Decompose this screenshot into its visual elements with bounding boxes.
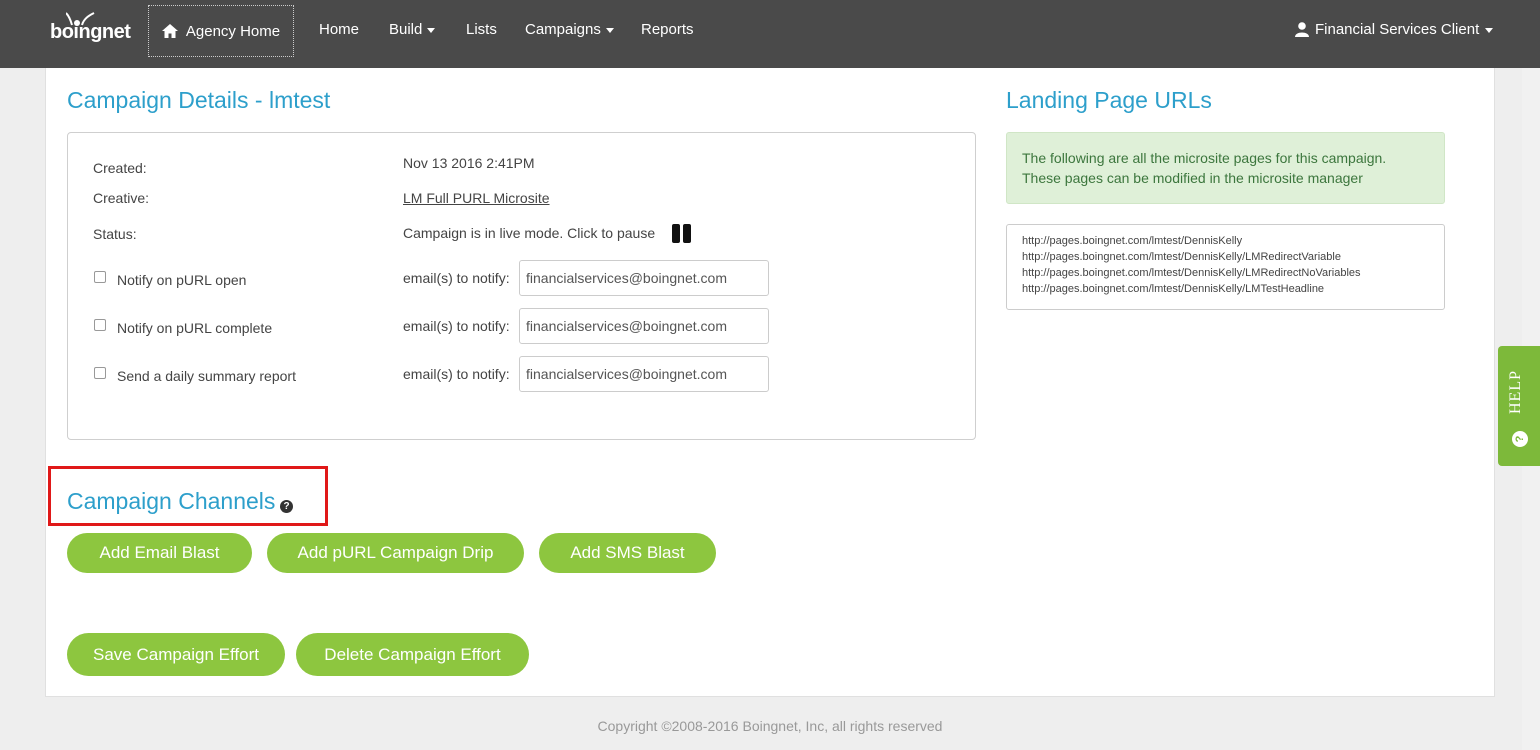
landing-url: http://pages.boingnet.com/lmtest/DennisK…: [1022, 251, 1341, 263]
add-email-blast-button[interactable]: Add Email Blast: [67, 533, 252, 573]
created-value: Nov 13 2016 2:41PM: [403, 155, 535, 171]
nav-home[interactable]: Home: [319, 21, 359, 38]
add-sms-blast-button[interactable]: Add SMS Blast: [539, 533, 716, 573]
agency-home-button[interactable]: Agency Home: [148, 5, 294, 57]
creative-label: Creative:: [93, 190, 150, 206]
notify-open-label: Notify on pURL open: [117, 272, 247, 288]
chevron-down-icon: [427, 28, 436, 33]
notify-complete-label: Notify on pURL complete: [117, 320, 273, 336]
nav-home-label: Home: [319, 21, 360, 38]
nav-build-label: Build: [389, 21, 423, 38]
notify-complete-email-label: email(s) to notify:: [403, 318, 510, 334]
nav-campaigns-label: Campaigns: [525, 21, 601, 38]
creative-link[interactable]: LM Full PURL Microsite: [403, 190, 550, 206]
notify-complete-email-field[interactable]: [519, 308, 769, 344]
microsite-info-alert: The following are all the microsite page…: [1006, 132, 1445, 204]
info-line-2: These pages can be modified in the micro…: [1022, 170, 1363, 186]
save-campaign-button[interactable]: Save Campaign Effort: [67, 633, 285, 676]
notify-complete-checkbox[interactable]: [94, 319, 106, 331]
status-value: Campaign is in live mode. Click to pause: [403, 225, 656, 241]
landing-page-urls-title: Landing Page URLs: [1006, 87, 1212, 113]
info-line-1: The following are all the microsite page…: [1022, 150, 1387, 166]
help-tab-label: HELP: [1507, 370, 1524, 414]
nav-campaigns[interactable]: Campaigns: [525, 21, 614, 38]
user-menu[interactable]: Financial Services Client: [1295, 21, 1494, 38]
created-label: Created:: [93, 160, 147, 176]
question-circle-icon: ?: [1512, 431, 1528, 447]
nav-reports[interactable]: Reports: [641, 21, 694, 38]
nav-lists-label: Lists: [466, 21, 497, 38]
status-label: Status:: [93, 226, 137, 242]
notify-open-email-label: email(s) to notify:: [403, 270, 510, 286]
pause-icon[interactable]: [672, 224, 691, 243]
landing-url: http://pages.boingnet.com/lmtest/DennisK…: [1022, 283, 1325, 295]
question-circle-icon[interactable]: ?: [280, 500, 293, 513]
campaign-details-box: Created: Nov 13 2016 2:41PM Creative: LM…: [67, 132, 976, 440]
notify-open-checkbox[interactable]: [94, 271, 106, 283]
notify-open-email-field[interactable]: [519, 260, 769, 296]
daily-summary-email-field[interactable]: [519, 356, 769, 392]
help-tab[interactable]: HELP ?: [1498, 346, 1540, 466]
nav-reports-label: Reports: [641, 21, 694, 38]
daily-summary-label: Send a daily summary report: [117, 368, 296, 384]
daily-summary-checkbox[interactable]: [94, 367, 106, 379]
delete-campaign-button[interactable]: Delete Campaign Effort: [296, 633, 529, 676]
footer-copyright: Copyright ©2008-2016 Boingnet, Inc, all …: [597, 718, 943, 734]
home-icon: [161, 24, 178, 38]
chevron-down-icon: [605, 28, 614, 33]
daily-summary-email-label: email(s) to notify:: [403, 366, 510, 382]
nav-build[interactable]: Build: [389, 21, 436, 38]
chevron-down-icon: [1485, 28, 1494, 33]
boingnet-logo[interactable]: boingnet: [50, 12, 131, 46]
landing-url-list[interactable]: http://pages.boingnet.com/lmtest/DennisK…: [1006, 224, 1445, 310]
top-navbar: boingnet Agency Home Home Build Lists Ca…: [0, 0, 1540, 68]
campaign-channels-title: Campaign Channels: [67, 488, 276, 514]
landing-url: http://pages.boingnet.com/lmtest/DennisK…: [1022, 235, 1243, 247]
add-purl-drip-button[interactable]: Add pURL Campaign Drip: [267, 533, 524, 573]
campaign-details-title: Campaign Details - lmtest: [67, 87, 331, 113]
main-panel: Campaign Details - lmtest Created: Nov 1…: [45, 68, 1495, 697]
logo-text: boingnet: [50, 21, 131, 43]
nav-lists[interactable]: Lists: [466, 21, 497, 38]
user-icon: [1295, 22, 1309, 37]
agency-home-label: Agency Home: [185, 22, 281, 40]
landing-url: http://pages.boingnet.com/lmtest/DennisK…: [1022, 267, 1361, 279]
user-name: Financial Services Client: [1315, 21, 1480, 38]
